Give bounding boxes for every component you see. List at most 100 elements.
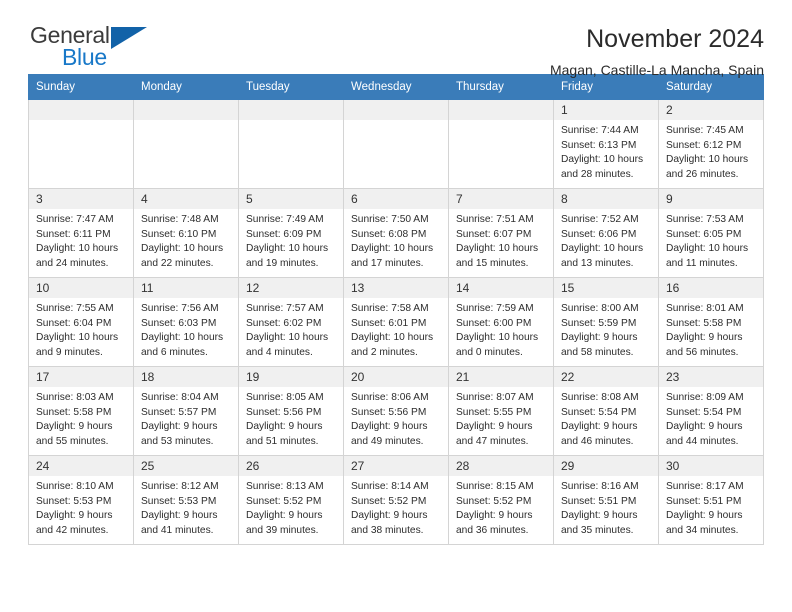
calendar-day-cell[interactable]: 22 Sunrise: 8:08 AM Sunset: 5:54 PM Dayligh… <box>553 366 659 456</box>
calendar-day-cell[interactable]: 17 Sunrise: 8:03 AM Sunset: 5:58 PM Dayligh… <box>28 366 134 456</box>
calendar-day-cell[interactable]: 20 Sunrise: 8:06 AM Sunset: 5:56 PM Dayligh… <box>343 366 449 456</box>
sunrise-time: Sunrise: 8:06 AM <box>351 392 429 403</box>
day-cell-inner: 23 Sunrise: 8:09 AM Sunset: 5:54 PM Dayligh… <box>659 367 763 455</box>
day-number: 4 <box>134 189 238 209</box>
day-details: Sunrise: 8:05 AM Sunset: 5:56 PM Daylight:… <box>239 387 343 449</box>
calendar-day-cell[interactable]: 8 Sunrise: 7:52 AM Sunset: 6:06 PM Daylight… <box>553 188 659 278</box>
day-details: Sunrise: 7:53 AM Sunset: 6:05 PM Daylight:… <box>659 209 763 271</box>
day-cell-inner: 5 Sunrise: 7:49 AM Sunset: 6:09 PM Daylight… <box>239 189 343 277</box>
title-block: November 2024 Magan, Castille-La Mancha,… <box>550 22 764 80</box>
day-details: Sunrise: 7:44 AM Sunset: 6:13 PM Daylight:… <box>554 120 658 182</box>
day-number: 29 <box>554 456 658 476</box>
calendar-day-cell[interactable]: 12 Sunrise: 7:57 AM Sunset: 6:02 PM Dayligh… <box>238 277 344 367</box>
brand-logo[interactable]: General Blue <box>28 22 178 74</box>
calendar-day-cell[interactable]: 15 Sunrise: 8:00 AM Sunset: 5:59 PM Dayligh… <box>553 277 659 367</box>
daylight-duration: Daylight: 9 hours and 51 minutes. <box>246 421 323 447</box>
brand-triangle-icon <box>111 27 147 49</box>
sunrise-time: Sunrise: 8:07 AM <box>456 392 534 403</box>
calendar-cell-empty <box>448 99 554 189</box>
sunset-time: Sunset: 5:51 PM <box>666 495 742 507</box>
calendar-day-cell[interactable]: 1 Sunrise: 7:44 AM Sunset: 6:13 PM Daylight… <box>553 99 659 189</box>
calendar-day-cell[interactable]: 25 Sunrise: 8:12 AM Sunset: 5:53 PM Dayligh… <box>133 455 239 545</box>
day-number: 22 <box>554 367 658 387</box>
calendar-day-cell[interactable]: 16 Sunrise: 8:01 AM Sunset: 5:58 PM Dayligh… <box>658 277 764 367</box>
day-cell-inner: 1 Sunrise: 7:44 AM Sunset: 6:13 PM Daylight… <box>554 100 658 188</box>
day-cell-inner <box>344 100 448 188</box>
day-number: 18 <box>134 367 238 387</box>
sunrise-time: Sunrise: 8:15 AM <box>456 481 534 492</box>
calendar-day-cell[interactable]: 23 Sunrise: 8:09 AM Sunset: 5:54 PM Dayligh… <box>658 366 764 456</box>
sunset-time: Sunset: 6:08 PM <box>351 228 427 240</box>
sunset-time: Sunset: 6:04 PM <box>36 317 112 329</box>
daylight-duration: Daylight: 10 hours and 9 minutes. <box>36 332 119 358</box>
calendar-day-cell[interactable]: 19 Sunrise: 8:05 AM Sunset: 5:56 PM Dayligh… <box>238 366 344 456</box>
calendar-day-cell[interactable]: 24 Sunrise: 8:10 AM Sunset: 5:53 PM Dayligh… <box>28 455 134 545</box>
daylight-duration: Daylight: 9 hours and 53 minutes. <box>141 421 218 447</box>
day-number: 6 <box>344 189 448 209</box>
day-details: Sunrise: 8:17 AM Sunset: 5:51 PM Daylight:… <box>659 476 763 538</box>
day-details: Sunrise: 7:51 AM Sunset: 6:07 PM Daylight:… <box>449 209 553 271</box>
day-cell-inner <box>239 100 343 188</box>
daylight-duration: Daylight: 10 hours and 24 minutes. <box>36 243 119 269</box>
day-cell-inner: 9 Sunrise: 7:53 AM Sunset: 6:05 PM Daylight… <box>659 189 763 277</box>
calendar-day-cell[interactable]: 30 Sunrise: 8:17 AM Sunset: 5:51 PM Dayligh… <box>658 455 764 545</box>
calendar-day-cell[interactable]: 11 Sunrise: 7:56 AM Sunset: 6:03 PM Dayligh… <box>133 277 239 367</box>
calendar-day-cell[interactable]: 5 Sunrise: 7:49 AM Sunset: 6:09 PM Daylight… <box>238 188 344 278</box>
sunset-time: Sunset: 5:53 PM <box>36 495 112 507</box>
day-number <box>239 100 343 120</box>
sunrise-time: Sunrise: 7:59 AM <box>456 303 534 314</box>
calendar-day-cell[interactable]: 2 Sunrise: 7:45 AM Sunset: 6:12 PM Daylight… <box>658 99 764 189</box>
daylight-duration: Daylight: 9 hours and 39 minutes. <box>246 510 323 536</box>
daylight-duration: Daylight: 9 hours and 42 minutes. <box>36 510 113 536</box>
calendar-day-cell[interactable]: 18 Sunrise: 8:04 AM Sunset: 5:57 PM Dayligh… <box>133 366 239 456</box>
day-number: 12 <box>239 278 343 298</box>
day-cell-inner: 29 Sunrise: 8:16 AM Sunset: 5:51 PM Dayligh… <box>554 456 658 544</box>
sunset-time: Sunset: 5:55 PM <box>456 406 532 418</box>
day-number: 21 <box>449 367 553 387</box>
day-details: Sunrise: 8:04 AM Sunset: 5:57 PM Daylight:… <box>134 387 238 449</box>
calendar-day-cell[interactable]: 3 Sunrise: 7:47 AM Sunset: 6:11 PM Daylight… <box>28 188 134 278</box>
day-details: Sunrise: 7:55 AM Sunset: 6:04 PM Daylight:… <box>29 298 133 360</box>
sunset-time: Sunset: 5:54 PM <box>561 406 637 418</box>
daylight-duration: Daylight: 9 hours and 58 minutes. <box>561 332 638 358</box>
sunrise-time: Sunrise: 8:01 AM <box>666 303 744 314</box>
day-cell-inner: 25 Sunrise: 8:12 AM Sunset: 5:53 PM Dayligh… <box>134 456 238 544</box>
calendar-day-cell[interactable]: 4 Sunrise: 7:48 AM Sunset: 6:10 PM Daylight… <box>133 188 239 278</box>
sunrise-time: Sunrise: 8:00 AM <box>561 303 639 314</box>
brand-name-bottom: Blue <box>62 44 107 70</box>
sunset-time: Sunset: 6:02 PM <box>246 317 322 329</box>
calendar-day-cell[interactable]: 13 Sunrise: 7:58 AM Sunset: 6:01 PM Dayligh… <box>343 277 449 367</box>
calendar-day-cell[interactable]: 29 Sunrise: 8:16 AM Sunset: 5:51 PM Dayligh… <box>553 455 659 545</box>
calendar-day-cell[interactable]: 26 Sunrise: 8:13 AM Sunset: 5:52 PM Dayligh… <box>238 455 344 545</box>
day-cell-inner <box>449 100 553 188</box>
weekday-header-tuesday: Tuesday <box>238 74 344 100</box>
calendar-day-cell[interactable]: 28 Sunrise: 8:15 AM Sunset: 5:52 PM Dayligh… <box>448 455 554 545</box>
sunrise-time: Sunrise: 7:47 AM <box>36 214 114 225</box>
page-header: General Blue November 2024 Magan, Castil… <box>28 0 764 78</box>
calendar-day-cell[interactable]: 9 Sunrise: 7:53 AM Sunset: 6:05 PM Daylight… <box>658 188 764 278</box>
weekday-header-monday: Monday <box>133 74 239 100</box>
day-number: 2 <box>659 100 763 120</box>
calendar-day-cell[interactable]: 6 Sunrise: 7:50 AM Sunset: 6:08 PM Daylight… <box>343 188 449 278</box>
day-cell-inner: 30 Sunrise: 8:17 AM Sunset: 5:51 PM Dayligh… <box>659 456 763 544</box>
calendar-table: Sunday Monday Tuesday Wednesday Thursday… <box>28 74 764 545</box>
day-number: 14 <box>449 278 553 298</box>
calendar-day-cell[interactable]: 7 Sunrise: 7:51 AM Sunset: 6:07 PM Daylight… <box>448 188 554 278</box>
daylight-duration: Daylight: 10 hours and 17 minutes. <box>351 243 434 269</box>
calendar-day-cell[interactable]: 21 Sunrise: 8:07 AM Sunset: 5:55 PM Dayligh… <box>448 366 554 456</box>
day-details: Sunrise: 7:58 AM Sunset: 6:01 PM Daylight:… <box>344 298 448 360</box>
sunrise-time: Sunrise: 7:57 AM <box>246 303 324 314</box>
sunset-time: Sunset: 5:51 PM <box>561 495 637 507</box>
calendar-day-cell[interactable]: 14 Sunrise: 7:59 AM Sunset: 6:00 PM Dayligh… <box>448 277 554 367</box>
sunrise-time: Sunrise: 7:45 AM <box>666 125 744 136</box>
day-number <box>29 100 133 120</box>
calendar-week-row: 10 Sunrise: 7:55 AM Sunset: 6:04 PM Dayligh… <box>28 277 764 367</box>
day-number <box>449 100 553 120</box>
page-title: November 2024 <box>586 25 764 53</box>
sunrise-time: Sunrise: 7:48 AM <box>141 214 219 225</box>
day-details: Sunrise: 8:03 AM Sunset: 5:58 PM Daylight:… <box>29 387 133 449</box>
sunset-time: Sunset: 5:53 PM <box>141 495 217 507</box>
calendar-day-cell[interactable]: 27 Sunrise: 8:14 AM Sunset: 5:52 PM Dayligh… <box>343 455 449 545</box>
calendar-day-cell[interactable]: 10 Sunrise: 7:55 AM Sunset: 6:04 PM Dayligh… <box>28 277 134 367</box>
day-number <box>134 100 238 120</box>
